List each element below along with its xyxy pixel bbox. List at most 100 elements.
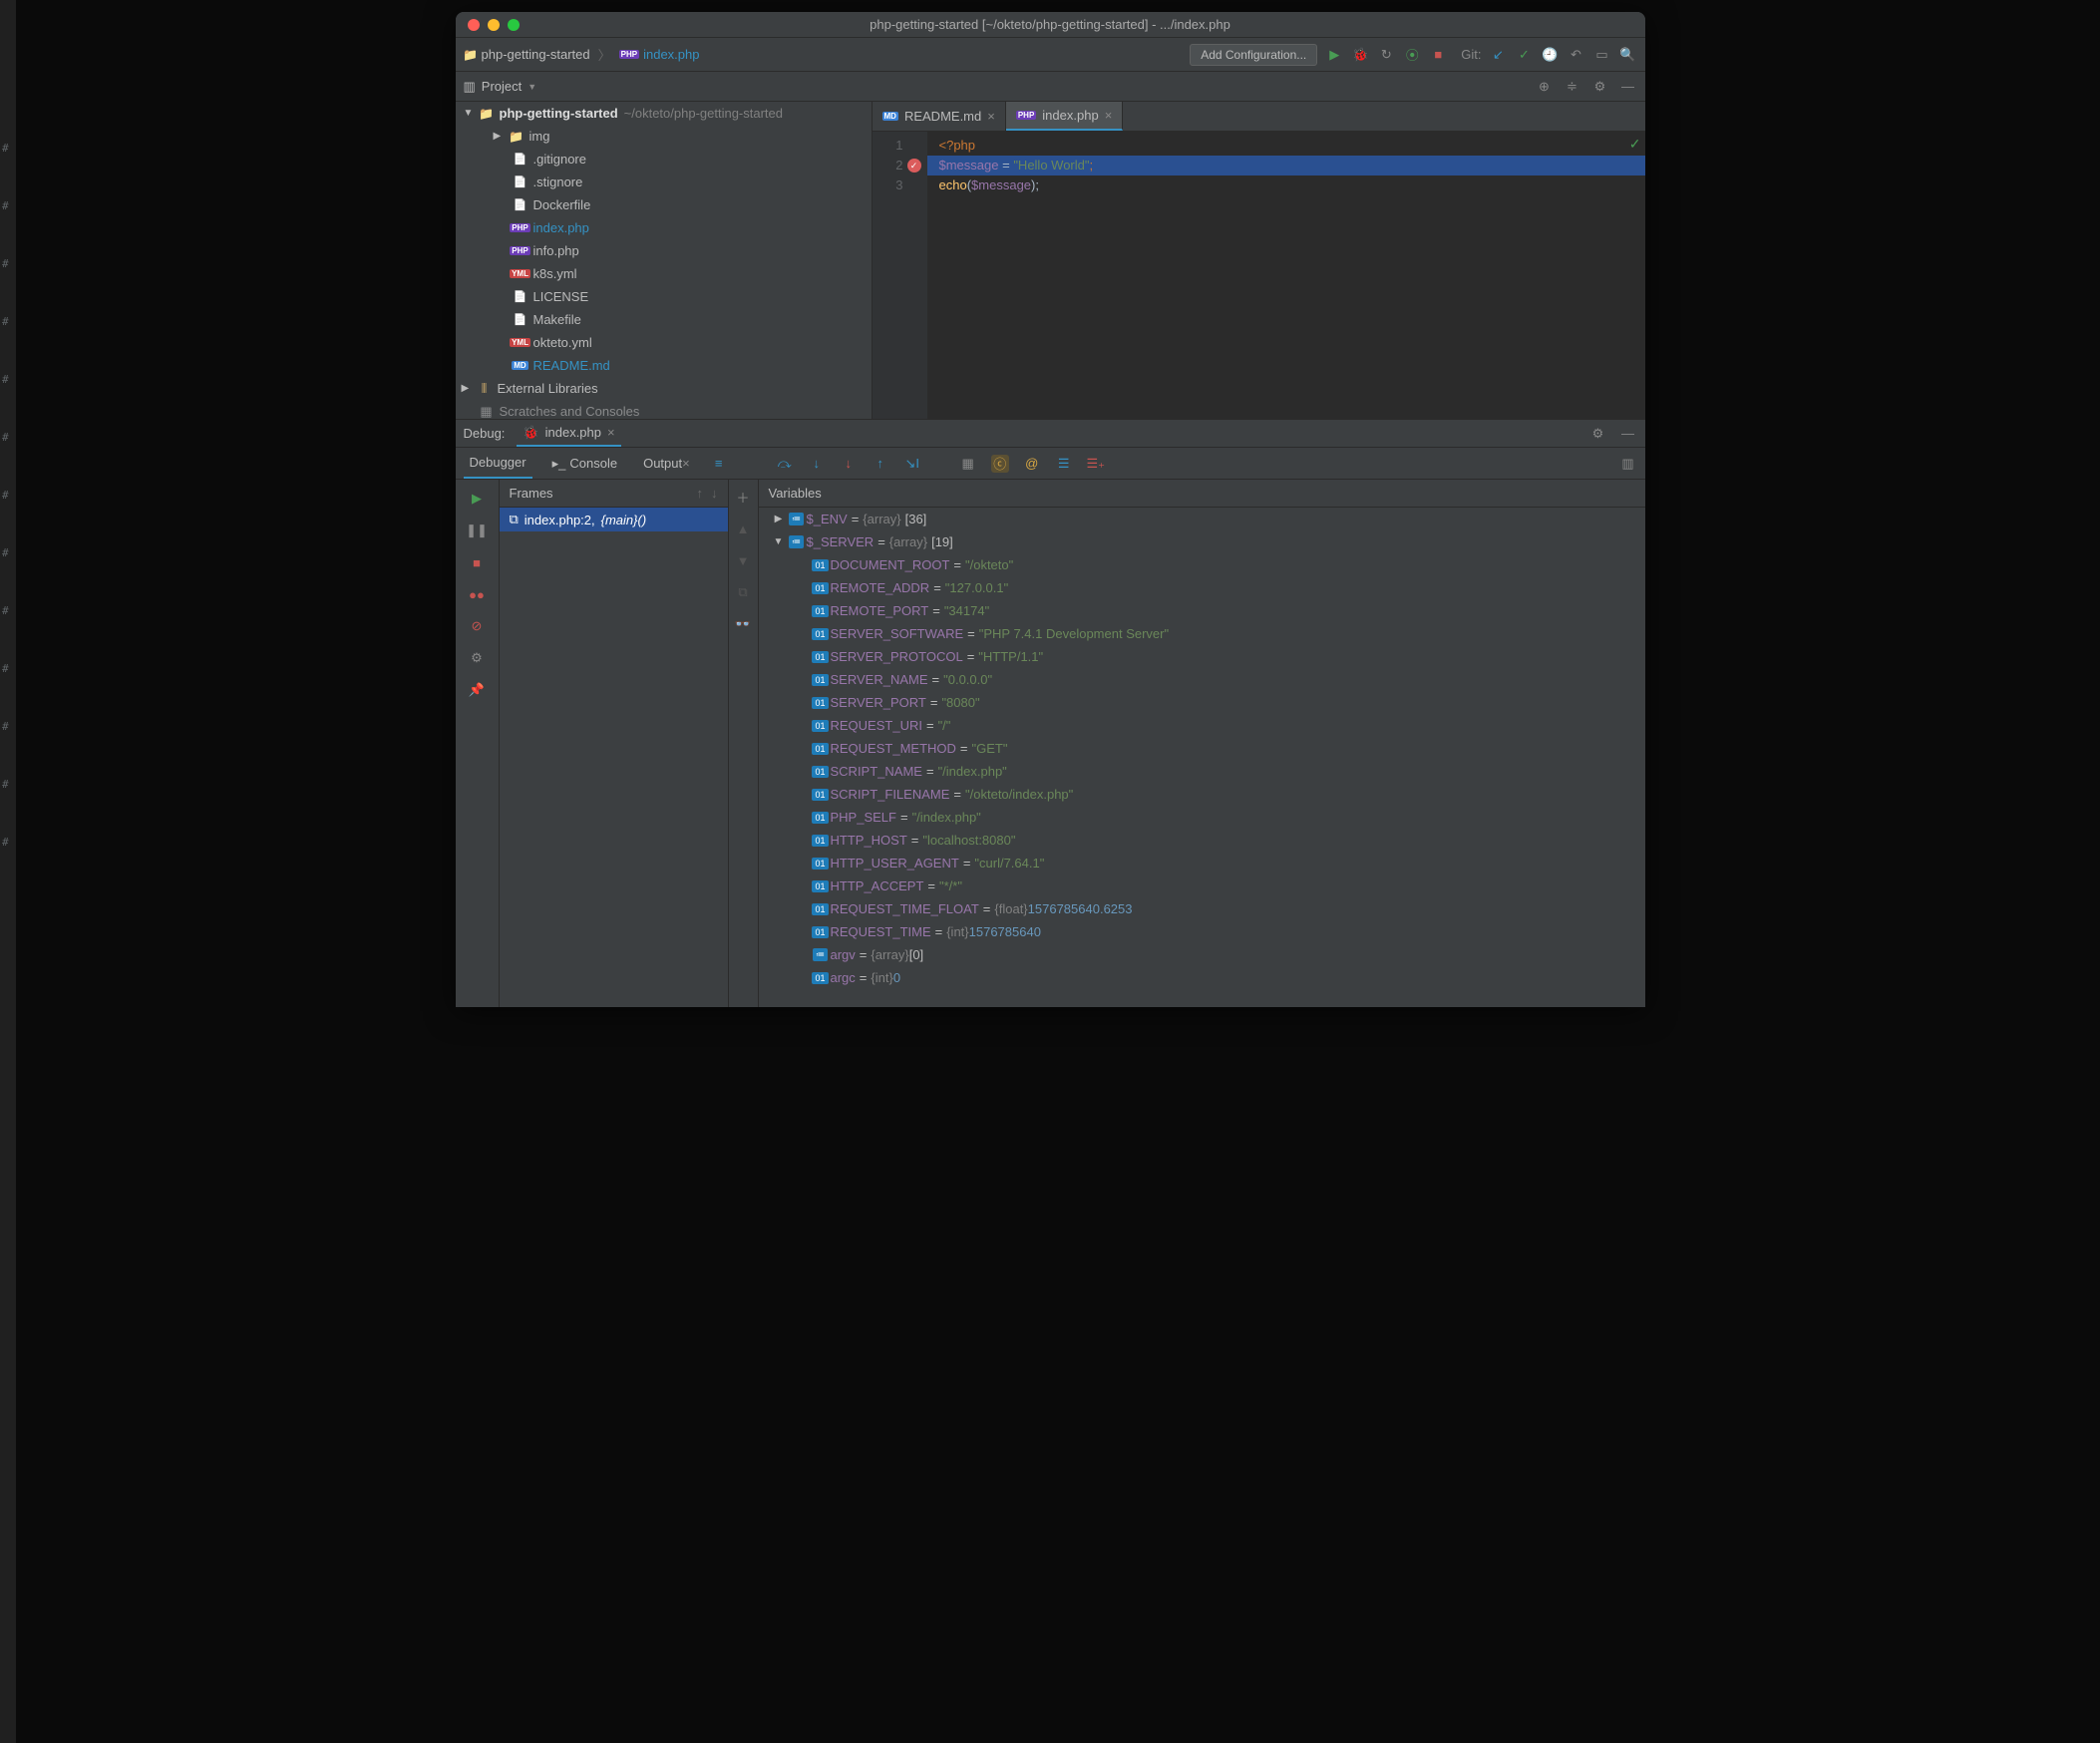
commit-icon[interactable]: ✓ [1516,46,1534,64]
tree-file[interactable]: YMLk8s.yml [456,262,872,285]
close-icon[interactable]: × [607,425,615,440]
add-watch-icon[interactable]: ☰₊ [1087,455,1105,473]
close-window-button[interactable] [468,19,480,31]
variable-row[interactable]: 01SERVER_PORT="8080" [759,691,1645,714]
glasses-icon[interactable]: 👓 [734,615,752,633]
editor-tab[interactable]: PHPindex.php× [1006,102,1123,131]
variable-row[interactable]: 01SCRIPT_NAME="/index.php" [759,760,1645,783]
pin-icon[interactable]: 📌 [468,681,486,699]
stop-button[interactable] [1429,46,1447,64]
resume-button[interactable] [468,490,486,508]
pause-button[interactable]: ❚❚ [468,522,486,539]
settings-icon[interactable]: ⚙ [1591,78,1609,96]
tree-file[interactable]: Dockerfile [456,193,872,216]
step-into-icon[interactable]: ↓ [808,455,826,473]
variable-row[interactable]: 01REQUEST_URI="/" [759,714,1645,737]
tree-file[interactable]: .gitignore [456,148,872,171]
close-icon[interactable]: × [682,456,690,471]
move-down-icon[interactable]: ▼ [734,551,752,569]
variable-row[interactable]: 01REMOTE_ADDR="127.0.0.1" [759,576,1645,599]
mute-breakpoints-icon[interactable]: ⊘ [468,617,486,635]
show-execution-point-icon[interactable]: ≡ [710,455,728,473]
history-icon[interactable]: 🕘 [1542,46,1560,64]
dropdown-icon[interactable]: ▼ [527,82,536,92]
variable-row[interactable]: 01argc={int} 0 [759,966,1645,989]
trace-icon[interactable]: ⓒ [991,455,1009,473]
output-tab[interactable]: Output × [637,448,696,479]
variable-row[interactable]: 01REQUEST_TIME_FLOAT={float} 1576785640.… [759,897,1645,920]
tree-file[interactable]: PHPinfo.php [456,239,872,262]
watches-icon[interactable]: ☰ [1055,455,1073,473]
revert-icon[interactable]: ↶ [1568,46,1585,64]
variable-row[interactable]: ▶ ≔ $_ENV = {array} [36] [759,508,1645,530]
move-up-icon[interactable]: ▲ [734,520,752,537]
tree-file[interactable]: YMLokteto.yml [456,331,872,354]
console-tab[interactable]: ▸_Console [546,448,623,479]
copy-icon[interactable]: ⧉ [734,583,752,601]
external-libraries[interactable]: ▶ ⫴ External Libraries [456,377,872,400]
tree-folder[interactable]: ▶img [456,125,872,148]
tree-file[interactable]: MDREADME.md [456,354,872,377]
variables-panel[interactable]: Variables ▶ ≔ $_ENV = {array} [36] ▼ ≔ $… [759,480,1645,1007]
stop-debug-button[interactable] [468,553,486,571]
minimize-window-button[interactable] [488,19,500,31]
run-to-cursor-icon[interactable]: ↘I [903,455,921,473]
breadcrumb-project[interactable]: php-getting-started [464,47,590,62]
step-over-icon[interactable]: ⤼ [776,455,794,473]
variable-row[interactable]: ≔argv={array} [0] [759,943,1645,966]
editor-tab[interactable]: MDREADME.md× [873,102,1006,131]
breadcrumb-file[interactable]: PHP index.php [619,47,700,62]
variable-row[interactable]: 01HTTP_USER_AGENT="curl/7.64.1" [759,852,1645,874]
at-icon[interactable]: @ [1023,455,1041,473]
evaluate-expression-icon[interactable]: ▦ [959,455,977,473]
variable-row[interactable]: 01DOCUMENT_ROOT="/okteto" [759,553,1645,576]
variable-row[interactable]: 01SERVER_PROTOCOL="HTTP/1.1" [759,645,1645,668]
variable-row[interactable]: 01PHP_SELF="/index.php" [759,806,1645,829]
view-breakpoints-icon[interactable]: ●● [468,585,486,603]
locate-icon[interactable]: ⊕ [1536,78,1554,96]
next-frame-icon[interactable]: ↓ [711,486,718,501]
search-everywhere-icon[interactable]: 🔍 [1619,46,1637,64]
breakpoint-icon[interactable]: ✓ [907,159,921,173]
update-project-icon[interactable]: ↙ [1490,46,1508,64]
step-out-icon[interactable]: ↑ [872,455,889,473]
variable-row[interactable]: 01SCRIPT_FILENAME="/okteto/index.php" [759,783,1645,806]
ide-scripting-icon[interactable]: ▭ [1593,46,1611,64]
close-icon[interactable]: × [1105,108,1113,123]
variable-row[interactable]: 01HTTP_ACCEPT="*/*" [759,874,1645,897]
expand-all-icon[interactable]: ≑ [1564,78,1581,96]
prev-frame-icon[interactable]: ↑ [697,486,704,501]
run-button[interactable] [1325,46,1343,64]
variable-row[interactable]: 01SERVER_NAME="0.0.0.0" [759,668,1645,691]
tree-file[interactable]: LICENSE [456,285,872,308]
debug-settings-icon[interactable]: ⚙ [1589,425,1607,443]
debug-session-settings-icon[interactable]: ⚙ [468,649,486,667]
debugger-tab[interactable]: Debugger [464,448,532,479]
layout-settings-icon[interactable]: ▥ [1619,455,1637,473]
tree-root[interactable]: ▼ php-getting-started ~/okteto/php-getti… [456,102,872,125]
code-editor[interactable]: <?php $message = "Hello World"; echo($me… [927,132,1645,419]
profiler-button[interactable]: ⦿ [1403,46,1421,64]
stack-frame[interactable]: ⧉ index.php:2, {main}() [500,508,728,531]
variable-row[interactable]: 01SERVER_SOFTWARE="PHP 7.4.1 Development… [759,622,1645,645]
force-step-into-icon[interactable]: ↓ [840,455,858,473]
inspection-ok-icon[interactable]: ✓ [1629,136,1641,153]
close-icon[interactable]: × [987,109,995,124]
scratches-consoles[interactable]: ▦ Scratches and Consoles [456,400,872,419]
minimize-panel-icon[interactable]: — [1619,425,1637,443]
tree-file[interactable]: Makefile [456,308,872,331]
variable-row[interactable]: 01REQUEST_TIME={int} 1576785640 [759,920,1645,943]
debug-button[interactable]: 🐞 [1351,46,1369,64]
add-icon[interactable]: ＋ [734,488,752,506]
hide-icon[interactable]: — [1619,78,1637,96]
variable-row[interactable]: 01REMOTE_PORT="34174" [759,599,1645,622]
maximize-window-button[interactable] [508,19,520,31]
project-tree[interactable]: ▼ php-getting-started ~/okteto/php-getti… [456,102,873,419]
tree-file[interactable]: PHPindex.php [456,216,872,239]
coverage-button[interactable]: ↻ [1377,46,1395,64]
variable-row[interactable]: ▼ ≔ $_SERVER = {array} [19] [759,530,1645,553]
add-configuration-button[interactable]: Add Configuration... [1190,44,1317,66]
project-label[interactable]: Project [482,79,522,94]
variable-row[interactable]: 01HTTP_HOST="localhost:8080" [759,829,1645,852]
debug-session-tab[interactable]: 🐞 index.php × [517,420,620,447]
